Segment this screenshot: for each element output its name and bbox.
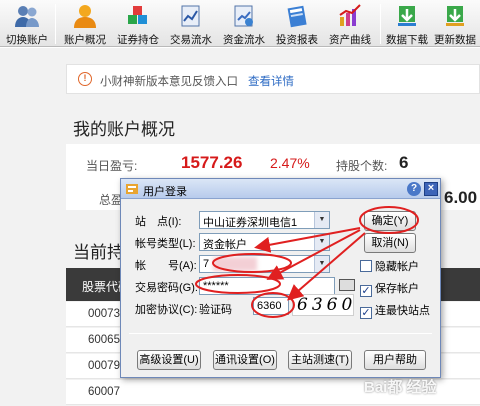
advanced-settings-button[interactable]: 高级设置(U) — [137, 350, 201, 370]
today-profit-value: 1577.26 — [181, 153, 243, 172]
holdings-count-value: 6 — [399, 153, 409, 172]
fastest-station-label: 连最快站点 — [375, 305, 430, 317]
station-speedtest-button[interactable]: 主站测速(T) — [288, 350, 352, 370]
line-chart-icon — [339, 4, 361, 26]
toolbar-account-overview-button[interactable]: 账户概况 — [60, 2, 110, 46]
toolbar-separator — [55, 4, 56, 44]
fastest-station-checkbox[interactable]: ✓ 连最快站点 — [360, 302, 430, 319]
account-type-value: 资金帐户 — [203, 239, 247, 251]
account-label: 帐 号(A): — [135, 260, 197, 272]
chevron-down-icon[interactable]: ▼ — [314, 234, 329, 250]
close-icon[interactable]: × — [424, 182, 438, 196]
toolbar-label: 证券持仓 — [117, 34, 159, 46]
save-account-checkbox[interactable]: ✓ 保存帐户 — [360, 280, 419, 297]
toolbar-fund-flow-button[interactable]: 资金流水 — [219, 2, 269, 46]
app-icon — [126, 184, 138, 194]
hide-account-label: 隐藏帐户 — [375, 261, 419, 273]
toolbar-label: 交易流水 — [170, 34, 212, 46]
station-value: 中山证券深圳电信1 — [203, 217, 298, 229]
checkbox-checked[interactable]: ✓ — [360, 307, 372, 319]
user-icon — [74, 5, 96, 28]
password-value: ****** — [203, 280, 229, 292]
confirm-button[interactable]: 确定(Y) — [364, 211, 416, 231]
toolbar-update-data-button[interactable]: 更新数据 — [432, 2, 478, 46]
toolbar-label: 账户概况 — [64, 34, 106, 46]
toolbar-separator — [380, 4, 381, 44]
toolbar-investment-report-button[interactable]: 投资报表 — [272, 2, 322, 46]
feedback-notice: ! 小财神新版本意见反馈入口 查看详情 — [66, 64, 480, 94]
dialog-titlebar[interactable]: 用户登录 ? × — [121, 179, 440, 199]
today-profit-label: 当日盈亏: — [86, 159, 138, 173]
captcha-image[interactable]: 6360 — [292, 294, 354, 316]
money-doc-icon — [234, 5, 253, 27]
info-icon: ! — [78, 72, 92, 86]
station-select[interactable]: 中山证券深圳电信1 ▼ — [199, 211, 330, 229]
stock-code: 60007 — [88, 386, 120, 398]
password-label: 交易密码(G): — [135, 282, 198, 294]
notice-detail-link[interactable]: 查看详情 — [248, 76, 294, 88]
login-dialog: 用户登录 ? × 站 点(I): 中山证券深圳电信1 ▼ 帐号类型(L): 资金… — [120, 178, 441, 378]
hide-account-checkbox[interactable]: 隐藏帐户 — [360, 258, 419, 274]
cubes-icon — [128, 6, 147, 24]
user-help-button[interactable]: 用户帮助 — [364, 350, 426, 370]
toolbar-label: 投资报表 — [276, 34, 318, 46]
toolbar-asset-curve-button[interactable]: 资产曲线 — [325, 2, 375, 46]
toolbar-label: 切换账户 — [6, 34, 48, 46]
dialog-divider — [129, 333, 432, 334]
cancel-button[interactable]: 取消(N) — [364, 233, 416, 253]
redaction-blur — [213, 257, 257, 271]
keyboard-icon[interactable] — [339, 279, 355, 291]
toolbar-label: 资金流水 — [223, 34, 265, 46]
account-select[interactable]: 7 ▼ — [199, 255, 330, 273]
chart-doc-icon — [181, 5, 200, 27]
dialog-title: 用户登录 — [143, 186, 187, 198]
chevron-down-icon[interactable]: ▼ — [314, 212, 329, 228]
station-label: 站 点(I): — [135, 216, 182, 228]
toolbar-trade-flow-button[interactable]: 交易流水 — [166, 2, 216, 46]
password-field[interactable]: ****** — [199, 277, 335, 295]
captcha-input[interactable]: 6360 — [253, 297, 289, 315]
toolbar-label: 更新数据 — [434, 34, 476, 46]
toolbar-label: 资产曲线 — [329, 34, 371, 46]
toolbar-positions-button[interactable]: 证券持仓 — [113, 2, 163, 46]
toolbar-switch-account-button[interactable]: 切换账户 — [3, 2, 51, 46]
holdings-title: 当前持 — [73, 243, 124, 262]
overview-title: 我的账户概况 — [73, 120, 175, 139]
watermark: Bai都 经验 — [364, 379, 437, 396]
account-value: 7 — [203, 258, 210, 270]
today-profit-percent: 2.47% — [270, 155, 310, 171]
stock-code: 60065 — [88, 334, 120, 346]
notice-text: 小财神新版本意见反馈入口 查看详情 — [100, 73, 294, 89]
report-icon — [287, 5, 307, 28]
chevron-down-icon[interactable]: ▼ — [314, 256, 329, 272]
main-toolbar: 切换账户 账户概况 证券持仓 交易流水 资金流水 投资报表 资产曲线 数据下载 … — [0, 0, 480, 47]
help-icon[interactable]: ? — [407, 182, 421, 196]
save-account-label: 保存帐户 — [375, 283, 419, 295]
checkbox-box[interactable] — [360, 260, 372, 272]
toolbar-label: 数据下载 — [386, 34, 428, 46]
total-profit-value: 6.00 — [444, 188, 478, 207]
download-icon — [398, 6, 416, 26]
account-type-label: 帐号类型(L): — [135, 238, 196, 250]
account-type-select[interactable]: 资金帐户 ▼ — [199, 233, 330, 251]
comm-settings-button[interactable]: 通讯设置(O) — [213, 350, 277, 370]
encrypt-value: 验证码 — [199, 304, 232, 316]
notice-message: 小财神新版本意见反馈入口 — [100, 76, 238, 88]
stock-code: 00073 — [88, 308, 120, 320]
update-icon — [446, 6, 464, 26]
encrypt-label: 加密协议(C): — [135, 304, 198, 316]
holdings-count-label: 持股个数: — [336, 159, 388, 173]
stock-code: 00079 — [88, 360, 120, 372]
users-icon — [15, 6, 39, 27]
toolbar-data-download-button[interactable]: 数据下载 — [384, 2, 430, 46]
checkbox-checked[interactable]: ✓ — [360, 285, 372, 297]
